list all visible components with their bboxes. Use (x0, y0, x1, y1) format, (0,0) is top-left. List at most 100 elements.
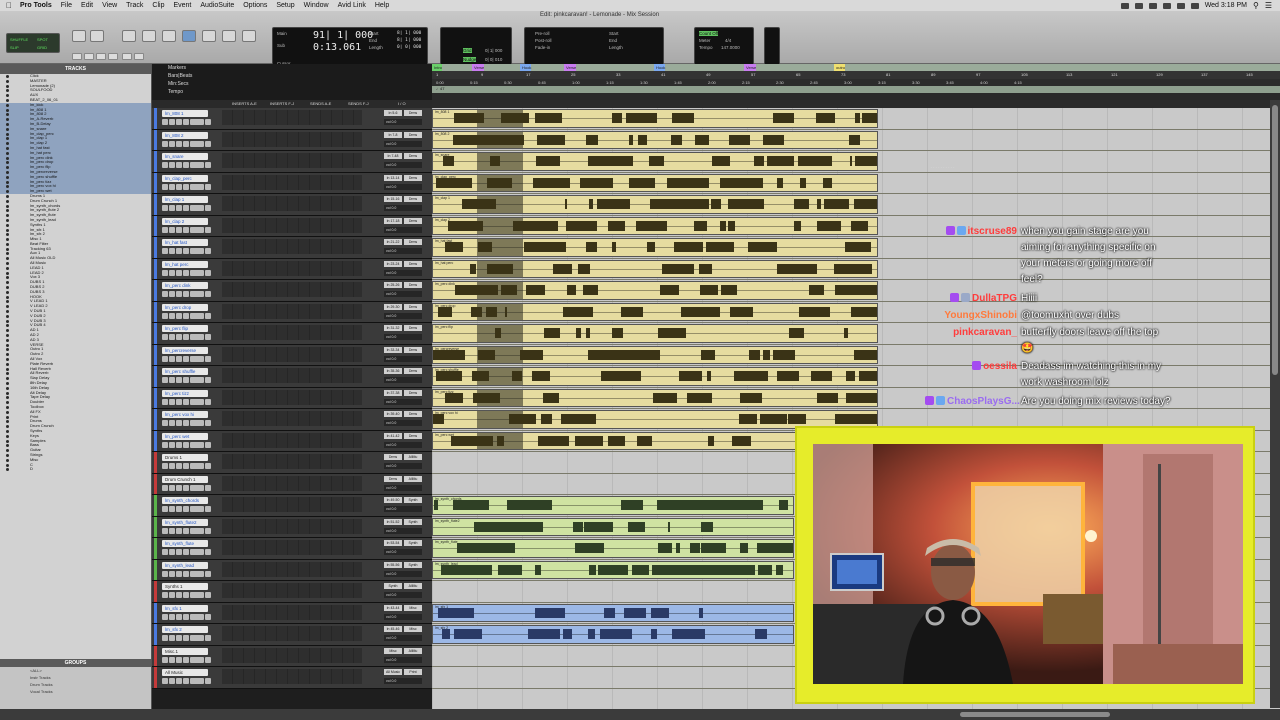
volume-readout[interactable]: vol 0.0 (384, 248, 422, 254)
track-header[interactable]: lm_perc tizz In 37-38 Drms vol 0.0 (152, 387, 432, 409)
solo-button[interactable] (176, 248, 182, 254)
section-marker[interactable]: Hook (520, 64, 532, 71)
volume-readout[interactable]: vol 0.0 (384, 656, 422, 663)
vertical-scroll-thumb[interactable] (1272, 105, 1278, 375)
audio-clip[interactable]: lm_clap 1 (432, 195, 878, 214)
track-header[interactable]: All Music All Music Print vol 0.0 (152, 667, 432, 689)
insert-slots[interactable] (222, 196, 362, 211)
playlist-button[interactable] (205, 269, 211, 276)
insert-slots[interactable] (222, 303, 362, 319)
track-visibility-icon[interactable] (6, 137, 9, 141)
track-name[interactable]: lm_perc flip (162, 325, 208, 332)
zoom-preset-2[interactable] (84, 53, 94, 60)
track-visibility-icon[interactable] (6, 276, 9, 280)
input-monitor-button[interactable] (169, 355, 175, 362)
track-visibility-icon[interactable] (6, 338, 9, 342)
volume-readout[interactable]: vol 0.0 (384, 269, 422, 276)
track-header[interactable]: lm_sfx 1 In 43-44 Misc vol 0.0 (152, 602, 432, 624)
track-view-selector[interactable] (190, 570, 204, 577)
track-header[interactable]: lm_808 1 In 5-6 Drms vol 0.0 (152, 108, 432, 130)
group-item[interactable]: Vocal Tracks (0, 688, 151, 695)
output-selector[interactable]: Misc (404, 626, 422, 632)
track-header[interactable]: lm_808 2 In 7-8 Drms vol 0.0 (152, 129, 432, 151)
track-view-selector[interactable] (190, 334, 204, 340)
track-visibility-icon[interactable] (6, 247, 9, 251)
track-header[interactable]: lm_snare In 7-48 Drms vol 0.0 (152, 151, 432, 173)
track-view-selector[interactable] (190, 527, 204, 534)
insert-slots[interactable] (222, 454, 362, 469)
track-header[interactable]: lm_hat fast In 21-22 Drms vol 0.0 (152, 237, 432, 259)
volume-readout[interactable]: vol 0.0 (384, 549, 422, 555)
tempo-ruler[interactable]: ♩47 (432, 86, 1280, 93)
audio-clip[interactable]: lm_synth_flute (432, 539, 794, 558)
menu-list-icon[interactable]: ☰ (1265, 1, 1272, 10)
menu-window[interactable]: Window (304, 2, 329, 9)
solo-button[interactable] (176, 334, 182, 340)
record-enable-button[interactable] (162, 269, 168, 276)
track-visibility-icon[interactable] (6, 79, 9, 83)
track-visibility-icon[interactable] (6, 214, 9, 218)
solo-button[interactable] (176, 355, 182, 362)
horizontal-scrollbar[interactable] (0, 709, 1280, 720)
track-view-selector[interactable] (190, 119, 204, 125)
groups-list[interactable]: <ALL> Instr Tracks Drum Tracks Vocal Tra… (0, 667, 151, 709)
status-icon[interactable] (1120, 2, 1129, 9)
section-marker[interactable]: Verse (744, 64, 757, 71)
track-view-selector[interactable] (190, 248, 204, 254)
chat-username[interactable]: YoungxShinobi (944, 310, 1017, 321)
zoom-preset-1[interactable] (72, 53, 82, 60)
insert-slots[interactable] (222, 626, 362, 641)
track-name[interactable]: lm_808 2 (162, 131, 208, 139)
volume-readout[interactable]: vol 0.0 (384, 162, 422, 168)
insert-slots[interactable] (222, 389, 362, 405)
audio-clip[interactable]: lm_perc shuffle (432, 367, 878, 386)
status-icon[interactable] (1148, 2, 1157, 9)
input-monitor-button[interactable] (169, 463, 175, 469)
output-selector[interactable]: Drms (404, 346, 422, 353)
record-enable-button[interactable] (162, 312, 168, 319)
input-monitor-button[interactable] (169, 613, 175, 620)
output-selector[interactable]: Drms (404, 131, 422, 138)
input-monitor-button[interactable] (169, 549, 175, 555)
playlist-button[interactable] (205, 420, 211, 426)
volume-readout[interactable]: vol 0.0 (384, 312, 422, 319)
output-selector[interactable]: Print (404, 669, 422, 675)
chat-username[interactable]: DullaTPG (972, 293, 1017, 304)
volume-readout[interactable]: vol 0.0 (384, 205, 422, 211)
output-selector[interactable]: Synth (404, 497, 422, 503)
record-enable-button[interactable] (162, 463, 168, 469)
count-off-label[interactable]: Count Off (699, 31, 719, 36)
playlist-button[interactable] (205, 527, 211, 534)
insert-slots[interactable] (222, 518, 362, 534)
track-name[interactable]: lm_perc vox hi (162, 411, 208, 418)
track-visibility-icon[interactable] (6, 94, 9, 98)
audio-clip[interactable]: lm_clap_perc (432, 173, 878, 192)
volume-readout[interactable]: vol 0.0 (384, 635, 422, 641)
zoom-tool[interactable] (72, 30, 86, 42)
audio-clip[interactable]: lm_perc dink (432, 281, 878, 300)
volume-readout[interactable]: vol 0.0 (384, 678, 422, 684)
output-selector[interactable]: Drms (404, 153, 422, 159)
zoom-preset-4[interactable] (108, 53, 118, 60)
track-name[interactable]: lm_synth_chords (162, 497, 208, 504)
group-item[interactable]: Instr Tracks (0, 674, 151, 681)
input-monitor-button[interactable] (169, 119, 175, 125)
mute-button[interactable] (183, 678, 189, 684)
record-enable-button[interactable] (162, 570, 168, 577)
track-header[interactable]: lm_clap 2 In 17-18 Drms vol 0.0 (152, 215, 432, 237)
insert-slots[interactable] (222, 540, 362, 555)
track-visibility-icon[interactable] (6, 194, 9, 198)
track-playlist[interactable]: lm_808 1 (432, 108, 1280, 130)
track-visibility-icon[interactable] (6, 98, 9, 102)
input-selector[interactable]: In 29-30 (384, 303, 402, 310)
input-selector[interactable]: In 49-50 (384, 497, 402, 503)
track-name[interactable]: lm_synth_flute (162, 540, 208, 547)
track-header[interactable]: lm_perc dink In 25-26 Drms vol 0.0 (152, 280, 432, 302)
track-visibility-icon[interactable] (6, 132, 9, 136)
track-name[interactable]: Drum Crunch 1 (162, 475, 208, 483)
track-view-selector[interactable] (190, 635, 204, 641)
track-visibility-icon[interactable] (6, 190, 9, 194)
input-monitor-button[interactable] (169, 635, 175, 641)
solo-button[interactable] (176, 635, 182, 641)
track-name[interactable]: lm_808 1 (162, 110, 208, 117)
